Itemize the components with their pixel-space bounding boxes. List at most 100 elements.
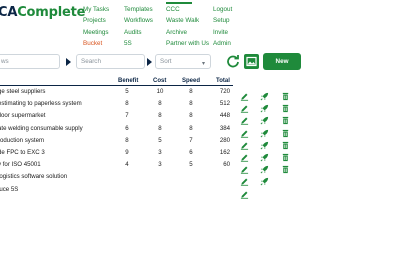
app-logo[interactable]: CAComplete (0, 5, 85, 20)
edit-icon[interactable] (240, 112, 249, 126)
nav-link-partner[interactable]: Partner with Us (166, 38, 209, 49)
edit-icon[interactable] (240, 149, 249, 162)
new-button[interactable]: New (263, 53, 301, 70)
column-header-benefit[interactable]: Benefit (118, 78, 138, 84)
nav-column-1: My Tasks Projects Meetings Bucket (83, 4, 109, 49)
edit-icon[interactable] (240, 137, 249, 150)
nav-link-workflows[interactable]: Workflows (124, 15, 153, 26)
apply-filter-icon[interactable] (66, 58, 71, 66)
row-title[interactable]: y for ISO 45001 (0, 159, 41, 171)
nav-link-projects[interactable]: Projects (83, 15, 109, 26)
nav-link-ccc[interactable]: CCC (166, 4, 209, 15)
row-cost: 10 (156, 88, 164, 95)
row-speed: 8 (189, 124, 193, 132)
nav-link-audits[interactable]: Audits (124, 27, 153, 38)
table-row[interactable]: ge steel suppliers 5 10 8 720 (0, 86, 420, 101)
edit-icon[interactable] (240, 186, 249, 199)
column-header-total[interactable]: Total (216, 78, 230, 84)
row-benefit: 4 (125, 161, 129, 169)
trash-icon[interactable] (281, 112, 290, 125)
trash-icon[interactable] (281, 88, 290, 101)
column-header-cost[interactable]: Cost (153, 78, 166, 84)
row-total: 448 (219, 112, 230, 120)
nav-link-invite[interactable]: Invite (213, 27, 232, 38)
rocket-icon[interactable] (260, 100, 269, 113)
apply-search-icon[interactable] (147, 58, 152, 66)
table-row[interactable]: de FPC to EXC 3 9 3 6 162 (0, 147, 420, 162)
table-row[interactable]: luce 5S (0, 184, 420, 199)
rocket-icon[interactable] (260, 173, 269, 186)
row-total: 162 (219, 149, 230, 156)
refresh-icon[interactable] (226, 54, 240, 68)
row-title[interactable]: ge steel suppliers (0, 86, 45, 98)
edit-icon[interactable] (240, 173, 249, 187)
rocket-icon[interactable] (260, 161, 269, 174)
nav-link-meetings[interactable]: Meetings (83, 27, 109, 38)
sort-select[interactable]: Sort ▾ (155, 54, 211, 69)
nav-link-admin[interactable]: Admin (213, 38, 232, 49)
gallery-view-icon[interactable] (244, 54, 259, 69)
row-cost: 3 (158, 149, 162, 156)
rocket-icon[interactable] (260, 88, 269, 101)
row-title[interactable]: floor supermarket (0, 110, 45, 122)
table-row[interactable]: ate welding consumable supply 6 8 8 384 (0, 123, 420, 138)
nav-link-archive[interactable]: Archive (166, 27, 209, 38)
row-total: 720 (219, 88, 230, 95)
filter-select[interactable]: ws (0, 54, 60, 69)
nav-column-3: CCC Waste Walk Archive Partner with Us (166, 2, 209, 49)
table-row[interactable]: roduction system 8 5 7 280 (0, 135, 420, 150)
row-total: 512 (219, 100, 230, 108)
chevron-down-icon: ▾ (201, 61, 205, 67)
nav-link-waste-walk[interactable]: Waste Walk (166, 15, 209, 26)
column-header-speed[interactable]: Speed (182, 78, 200, 84)
trash-icon[interactable] (281, 149, 290, 162)
row-benefit: 8 (125, 136, 129, 144)
row-total: 280 (219, 136, 230, 144)
row-speed: 8 (189, 88, 193, 95)
trash-icon[interactable] (281, 137, 290, 149)
edit-icon[interactable] (240, 88, 249, 101)
row-benefit: 6 (125, 124, 129, 132)
table-row[interactable]: floor supermarket 7 8 8 448 (0, 110, 420, 126)
nav-link-5s[interactable]: 5S (124, 38, 153, 49)
row-title[interactable]: ate welding consumable supply (0, 123, 83, 135)
row-speed: 6 (189, 149, 193, 156)
rocket-icon[interactable] (260, 112, 269, 125)
rocket-icon[interactable] (260, 125, 269, 138)
row-title[interactable]: estimating to paperless system (0, 98, 82, 110)
table-row[interactable]: estimating to paperless system 8 8 8 512 (0, 98, 420, 113)
nav-column-2: Templates Workflows Audits 5S (124, 4, 153, 49)
row-cost: 8 (158, 100, 162, 108)
row-speed: 8 (189, 100, 193, 108)
nav-link-bucket[interactable]: Bucket (83, 38, 109, 49)
row-cost: 8 (158, 124, 162, 132)
row-title[interactable]: logistics software solution (0, 171, 67, 183)
sort-placeholder: Sort (160, 58, 172, 65)
row-title[interactable]: de FPC to EXC 3 (0, 147, 45, 159)
nav-link-templates[interactable]: Templates (124, 4, 153, 15)
nav-link-logout[interactable]: Logout (213, 4, 232, 15)
trash-icon[interactable] (281, 125, 290, 137)
edit-icon[interactable] (240, 125, 249, 138)
row-speed: 8 (189, 112, 193, 120)
row-speed: 5 (189, 161, 193, 169)
row-benefit: 7 (125, 112, 129, 120)
row-speed: 7 (189, 136, 193, 144)
table-row[interactable]: logistics software solution (0, 171, 420, 187)
search-input[interactable]: Search (76, 54, 145, 69)
rocket-icon[interactable] (260, 137, 269, 150)
table-row[interactable]: y for ISO 45001 4 3 5 60 (0, 159, 420, 174)
edit-icon[interactable] (240, 161, 249, 174)
row-cost: 8 (158, 112, 162, 120)
nav-link-setup[interactable]: Setup (213, 15, 232, 26)
row-total: 60 (223, 161, 230, 169)
rocket-icon[interactable] (260, 149, 269, 162)
nav-link-my-tasks[interactable]: My Tasks (83, 4, 109, 15)
row-title[interactable]: roduction system (0, 135, 44, 147)
row-total: 384 (219, 124, 230, 132)
row-cost: 3 (158, 161, 162, 169)
row-title[interactable]: luce 5S (0, 184, 18, 196)
trash-icon[interactable] (281, 100, 290, 113)
edit-icon[interactable] (240, 100, 249, 113)
trash-icon[interactable] (281, 161, 290, 174)
